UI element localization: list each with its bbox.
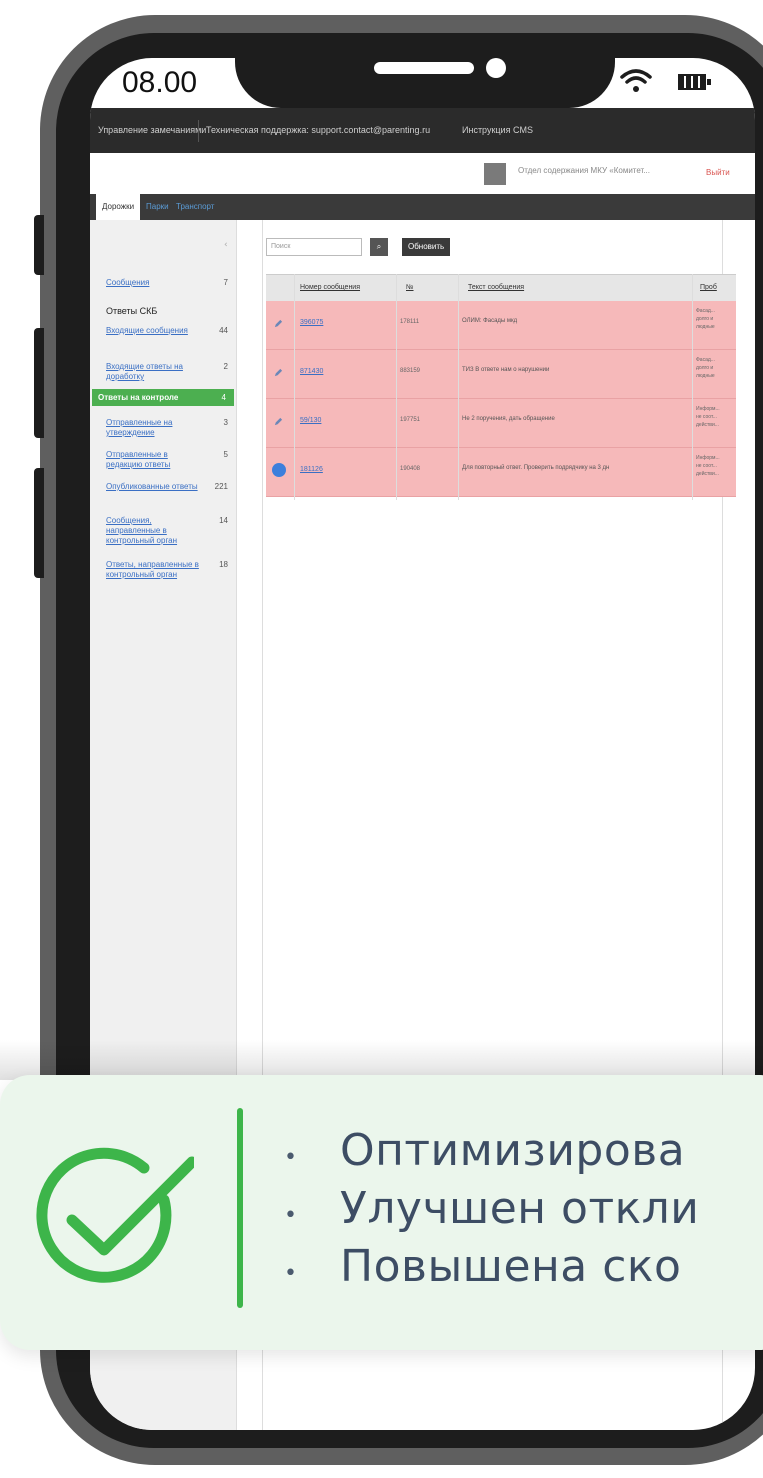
status-time: 08.00 — [122, 66, 198, 99]
battery-icon — [678, 74, 711, 90]
sidebar-item-sent-answers[interactable]: Ответы, направленные в контрольный орган… — [106, 560, 234, 580]
sidebar-item-count: 3 — [223, 418, 228, 427]
check-badge-icon — [272, 463, 286, 477]
tab-transport[interactable]: Транспорт — [170, 194, 220, 220]
table-row[interactable]: 396075 178111 ОЛИМ: Фасады мкд Фасад... … — [266, 301, 736, 350]
message-code: 197751 — [400, 417, 421, 423]
column-header-text[interactable]: Текст сообщения — [468, 275, 524, 301]
table-row[interactable]: 59/130 197751 Не 2 поручения, дать обращ… — [266, 399, 736, 448]
app-topbar: Управление замечаниями Техническая подде… — [90, 108, 755, 153]
user-name: Отдел содержания МКУ «Комитет... — [518, 166, 650, 175]
bullet-icon: • — [284, 1261, 297, 1286]
avatar — [484, 163, 506, 185]
message-code: 883159 — [400, 368, 421, 374]
column-divider — [692, 274, 693, 500]
phone-volume-up-button — [34, 328, 44, 438]
sidebar-item-label: Опубликованные ответы — [106, 482, 198, 491]
message-text: ТИЗ В ответе нам о нарушении — [462, 367, 550, 373]
sidebar-item-label: Ответы на контроле — [98, 393, 179, 402]
guide-link[interactable]: Инструкция CMS — [462, 108, 533, 153]
search-button[interactable]: ⌕ — [370, 238, 388, 256]
message-number-link[interactable]: 871430 — [300, 368, 323, 375]
sidebar-item-label: Сообщения, направленные в контрольный ор… — [106, 516, 178, 545]
sidebar-item-editorial[interactable]: Отправленные в редакцию ответы 5 — [106, 450, 234, 470]
bullet-icon: • — [284, 1203, 297, 1228]
app-title: Управление замечаниями — [98, 125, 207, 135]
sidebar-collapse-icon[interactable]: ‹ — [224, 240, 234, 254]
column-divider — [396, 274, 397, 500]
sidebar-item-label: Отправленные на утверждение — [106, 418, 173, 437]
logout-link[interactable]: Выйти — [706, 168, 730, 177]
message-code: 178111 — [400, 319, 420, 325]
phone-notch — [235, 46, 615, 108]
message-text: ОЛИМ: Фасады мкд — [462, 318, 518, 324]
support-link[interactable]: Техническая поддержка: support.contact@p… — [206, 108, 430, 153]
card-divider — [237, 1108, 243, 1308]
column-divider — [458, 274, 459, 500]
edit-icon[interactable] — [274, 319, 283, 328]
sidebar-item-count: 5 — [223, 450, 228, 459]
message-problem: Информ... не соот... действи... — [696, 455, 720, 477]
message-number-link[interactable]: 59/130 — [300, 417, 321, 424]
feature-item-response: Улучшен откли — [340, 1183, 700, 1234]
tab-roads[interactable]: Дорожки — [96, 194, 141, 220]
refresh-button[interactable]: Обновить — [402, 238, 451, 256]
feature-item-speed: Повышена ско — [340, 1241, 682, 1292]
sidebar-item-count: 44 — [219, 326, 228, 335]
table-header: Номер сообщения № Текст сообщения Проб — [266, 274, 736, 301]
sidebar-item-published[interactable]: Опубликованные ответы 221 — [106, 482, 234, 492]
sidebar-item-label: Входящие ответы на доработку — [106, 362, 183, 381]
user-bar — [90, 153, 755, 193]
message-text: Для повторный ответ. Проверить подрядчик… — [462, 465, 610, 471]
sidebar-item-approval[interactable]: Отправленные на утверждение 3 — [106, 418, 234, 438]
sidebar-item-label: Сообщения — [106, 278, 150, 287]
topbar-divider — [198, 120, 199, 142]
column-header-no[interactable]: № — [406, 275, 414, 301]
message-number-link[interactable]: 181126 — [300, 466, 323, 473]
phone-camera — [486, 58, 506, 78]
edit-icon[interactable] — [274, 417, 283, 426]
sidebar-item-messages[interactable]: Сообщения 7 — [106, 278, 234, 288]
phone-mute-switch — [34, 215, 44, 275]
search-input[interactable]: Поиск — [266, 238, 362, 256]
sidebar-item-label: Ответы, направленные в контрольный орган — [106, 560, 199, 579]
column-divider — [294, 274, 295, 500]
phone-volume-down-button — [34, 468, 44, 578]
message-code: 190408 — [400, 466, 421, 472]
sidebar-item-sent-messages[interactable]: Сообщения, направленные в контрольный ор… — [106, 516, 234, 546]
feature-item-optimized: Оптимизирова — [340, 1125, 686, 1176]
wifi-icon — [620, 69, 652, 92]
sidebar-item-label: Отправленные в редакцию ответы — [106, 450, 171, 469]
column-header-number[interactable]: Номер сообщения — [300, 275, 360, 301]
message-problem: Фасад... долго и людные — [696, 308, 715, 330]
sidebar-item-on-control[interactable]: Ответы на контроле 4 — [92, 389, 234, 406]
sidebar-item-label: Входящие сообщения — [106, 326, 188, 335]
message-text: Не 2 поручения, дать обращение — [462, 416, 555, 422]
bullet-icon: • — [284, 1145, 297, 1170]
sidebar-item-incoming[interactable]: Входящие сообщения 44 — [106, 326, 234, 336]
message-number-link[interactable]: 396075 — [300, 319, 323, 326]
sidebar-heading: Ответы СКБ — [106, 306, 158, 316]
sidebar-item-rework[interactable]: Входящие ответы на доработку 2 — [106, 362, 234, 382]
sidebar-item-count: 7 — [223, 278, 228, 287]
card-shadow — [0, 1040, 763, 1080]
column-header-problem[interactable]: Проб — [700, 275, 717, 301]
sidebar-item-count: 14 — [219, 516, 228, 525]
sidebar-item-count: 18 — [219, 560, 228, 569]
check-circle-icon — [36, 1147, 194, 1283]
message-problem: Информ... не соот... действи... — [696, 406, 720, 428]
phone-speaker — [374, 62, 474, 74]
edit-icon[interactable] — [274, 368, 283, 377]
table-row[interactable]: 871430 883159 ТИЗ В ответе нам о нарушен… — [266, 350, 736, 399]
sidebar-item-count: 2 — [223, 362, 228, 371]
table-row[interactable]: 181126 190408 Для повторный ответ. Прове… — [266, 448, 736, 497]
sidebar-item-count: 221 — [214, 482, 228, 491]
message-problem: Фасад... долго и людные — [696, 357, 715, 379]
sidebar-item-count: 4 — [221, 393, 226, 402]
